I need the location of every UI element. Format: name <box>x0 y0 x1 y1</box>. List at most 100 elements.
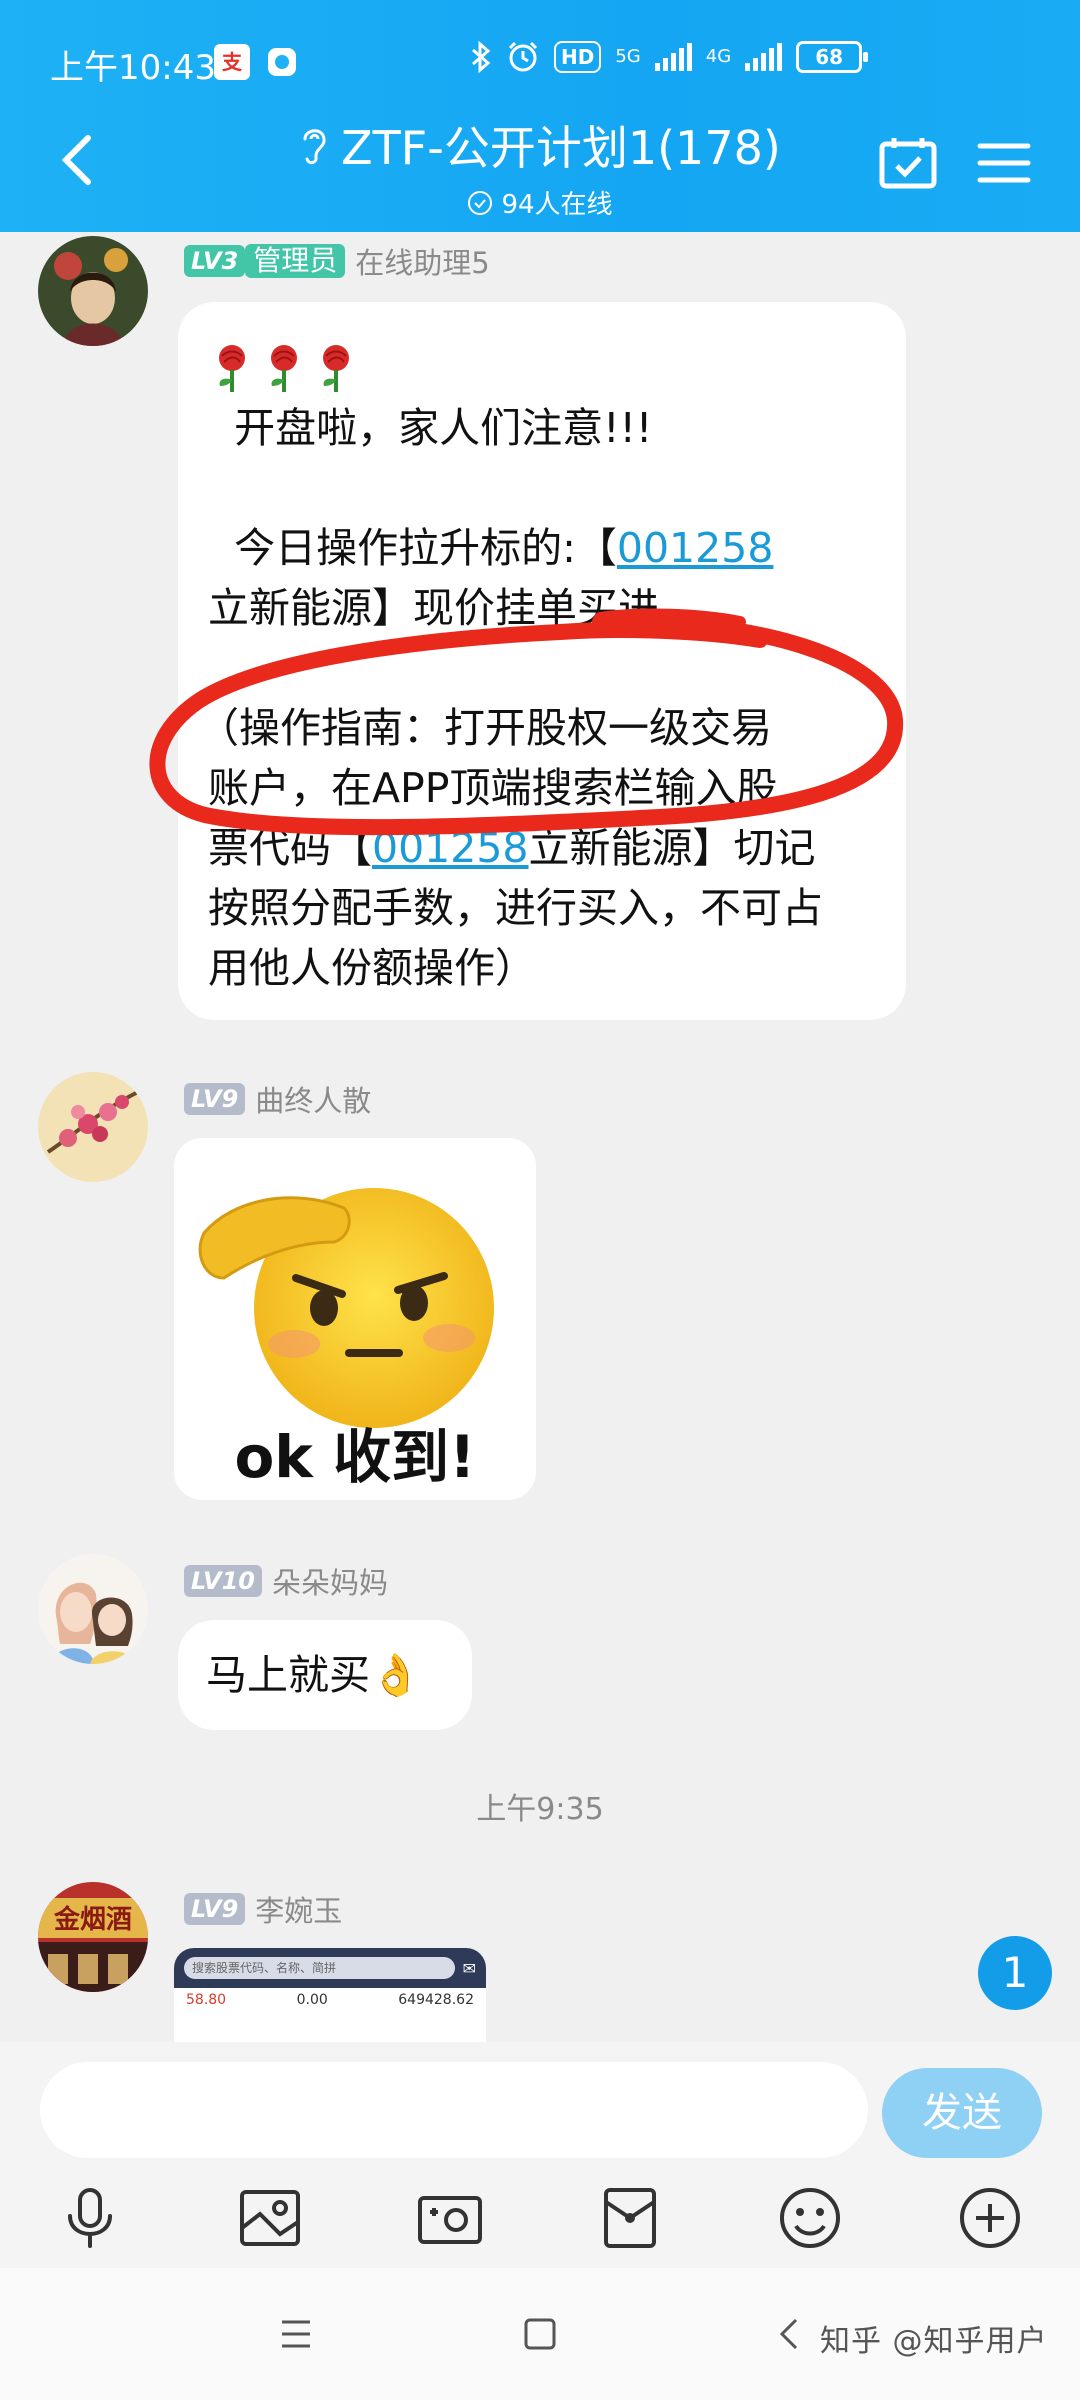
online-count: 94人在线 <box>501 190 613 220</box>
message-line <box>208 458 876 518</box>
payment-app-icon: 支 <box>214 44 250 80</box>
message-line: 立新能源】现价挂单买进 <box>208 584 659 632</box>
avatar[interactable] <box>38 1554 148 1664</box>
time-separator: 上午9:35 <box>476 1792 604 1827</box>
message-line: 用他人份额操作） <box>208 944 536 992</box>
admin-badge: 管理员 <box>245 244 346 278</box>
voice-button[interactable] <box>54 2182 126 2254</box>
back-arrow-icon <box>61 135 91 185</box>
more-button[interactable] <box>954 2182 1026 2254</box>
unread-count-badge[interactable]: 1 <box>978 1936 1052 2010</box>
sticker-message[interactable]: ok 收到! <box>174 1138 536 1500</box>
thumb-mail-icon: ✉ <box>462 1958 476 1978</box>
network-5g-label: 5G <box>615 46 641 67</box>
rose-icon <box>219 345 245 392</box>
sender-info: LV3 管理员 在线助理5 <box>184 240 490 282</box>
status-bar: 上午10:43 支 HD 5G 4G 68 <box>0 0 1080 120</box>
thumb-value: 0.00 <box>296 1992 328 2008</box>
sender-info: LV10 朵朵妈妈 <box>184 1560 388 1602</box>
avatar-shop-sign: 金烟酒 <box>53 1904 132 1935</box>
message-text: 票代码【 <box>208 824 372 872</box>
level-badge: LV9 <box>184 1893 246 1925</box>
emoji-button[interactable] <box>774 2182 846 2254</box>
chat-header: 上午10:43 支 HD 5G 4G 68 ZTF-公开计划1(178) 94人… <box>0 0 1080 232</box>
message-line: 开盘啦，家人们注意!!! <box>208 404 653 452</box>
avatar[interactable]: 金烟酒 <box>38 1882 148 1992</box>
home-square-icon <box>524 2318 556 2350</box>
notification-dot-icon <box>268 48 296 76</box>
sender-name: 曲终人散 <box>255 1084 372 1118</box>
network-4g-label: 4G <box>705 46 732 67</box>
status-time: 上午10:43 <box>50 48 216 88</box>
chat-title: ZTF-公开计划1(178) <box>341 121 781 175</box>
camera-button[interactable] <box>414 2182 486 2254</box>
message-line: 账户，在APP顶端搜索栏输入股 <box>208 764 778 812</box>
message-bubble[interactable]: 开盘啦，家人们注意!!! 今日操作拉升标的:【001258 立新能源】现价挂单买… <box>178 302 906 1020</box>
hamburger-menu-icon <box>977 143 1031 183</box>
composer-toolbar <box>0 2182 1080 2262</box>
recents-button[interactable] <box>268 2306 324 2362</box>
message-line: 按照分配手数，进行买入，不可占 <box>208 884 823 932</box>
avatar-image <box>38 236 148 346</box>
red-packet-icon <box>604 2188 656 2248</box>
stock-code-link[interactable]: 001258 <box>617 524 774 572</box>
stock-code-link[interactable]: 001258 <box>372 824 529 872</box>
calendar-check-icon <box>879 138 937 189</box>
home-button[interactable] <box>512 2306 568 2362</box>
microphone-icon <box>68 2188 112 2248</box>
ear-icon <box>303 129 326 165</box>
avatar-image <box>38 1554 148 1664</box>
screenshot-image-message[interactable]: 搜索股票代码、名称、简拼 ✉ 58.80 0.00 649428.62 <box>174 1948 486 2042</box>
message-text: 马上就买👌 <box>206 1651 422 1699</box>
rose-icon <box>323 345 349 392</box>
smiley-icon <box>780 2188 840 2248</box>
back-chevron-icon <box>779 2318 798 2350</box>
online-check-icon <box>468 190 493 215</box>
message-line: 今日操作拉升标的:【001258 <box>208 518 876 578</box>
signal-5g-icon <box>654 43 692 71</box>
bluetooth-icon <box>472 41 491 73</box>
message-input[interactable] <box>40 2062 868 2158</box>
recents-menu-icon <box>282 2320 310 2348</box>
rose-icon <box>271 345 297 392</box>
message-line <box>208 638 876 698</box>
message-text: 立新能源】切记 <box>528 824 816 872</box>
zhihu-watermark: 知乎 @知乎用户 <box>820 2324 1048 2359</box>
sender-name: 朵朵妈妈 <box>271 1566 388 1600</box>
sticker-caption: ok 收到! <box>234 1423 476 1491</box>
chat-title-area[interactable]: ZTF-公开计划1(178) 94人在线 <box>270 112 810 222</box>
avatar[interactable] <box>38 1072 148 1182</box>
sender-info: LV9 李婉玉 <box>184 1888 342 1930</box>
battery-icon: 68 <box>796 41 869 73</box>
level-badge: LV3 <box>184 245 246 277</box>
hd-voice-icon: HD <box>554 41 602 73</box>
avatar-image <box>38 1072 148 1182</box>
avatar-image: 金烟酒 <box>38 1882 148 1992</box>
message-list[interactable]: LV3 管理员 在线助理5 开盘啦，家人们注意!!! 今日操作拉升标的:【001… <box>0 232 1080 2042</box>
menu-button[interactable] <box>976 140 1032 186</box>
thumb-search-bar: 搜索股票代码、名称、简拼 <box>184 1957 455 1979</box>
signal-4g-icon <box>745 43 783 71</box>
camera-icon <box>418 2196 482 2244</box>
message-bubble[interactable]: 马上就买👌 <box>178 1620 472 1730</box>
thumb-value: 649428.62 <box>398 1992 474 2008</box>
photo-button[interactable] <box>234 2182 306 2254</box>
plus-circle-icon <box>960 2188 1020 2248</box>
level-badge: LV9 <box>184 1083 246 1115</box>
system-back-button[interactable] <box>762 2306 818 2362</box>
image-icon <box>240 2190 300 2246</box>
sender-info: LV9 曲终人散 <box>184 1078 371 1120</box>
back-button[interactable] <box>54 130 104 190</box>
message-line: （操作指南：打开股权一级交易 <box>198 704 772 752</box>
send-button[interactable]: 发送 <box>882 2068 1042 2158</box>
level-badge: LV10 <box>184 1565 262 1597</box>
sender-name: 在线助理5 <box>355 246 490 280</box>
red-packet-button[interactable] <box>594 2182 666 2254</box>
avatar[interactable] <box>38 236 148 346</box>
composer: 发送 <box>0 2042 1080 2268</box>
status-icons: HD 5G 4G 68 <box>470 40 869 74</box>
thumb-value: 58.80 <box>186 1992 227 2008</box>
message-text: 今日操作拉升标的:【 <box>208 524 617 572</box>
sender-name: 李婉玉 <box>255 1894 343 1928</box>
check-in-button[interactable] <box>878 136 938 190</box>
